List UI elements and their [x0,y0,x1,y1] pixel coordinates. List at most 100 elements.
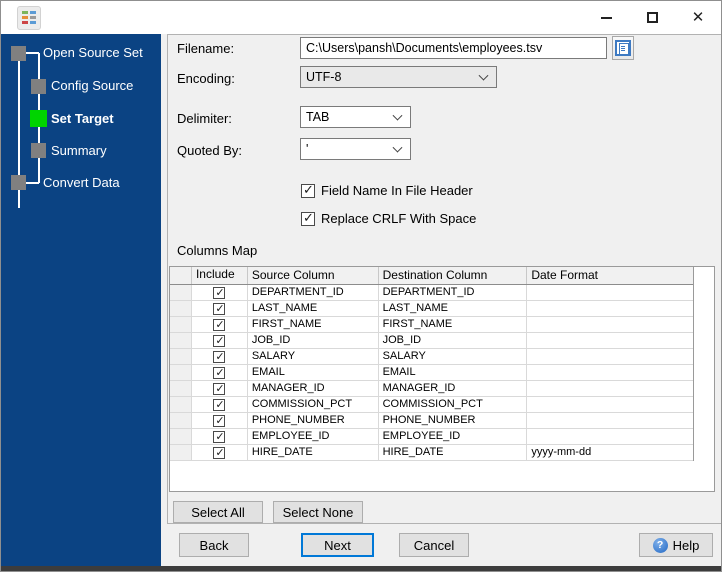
include-checkbox[interactable] [213,318,226,331]
include-cell[interactable] [191,349,248,365]
titlebar: ✕ [1,1,721,34]
destination-column-cell[interactable]: EMAIL [378,365,528,381]
destination-column-cell[interactable]: DEPARTMENT_ID [378,285,528,301]
delimiter-select[interactable]: TAB [300,106,411,128]
include-cell[interactable] [191,397,248,413]
row-selector-cell[interactable] [170,301,192,317]
step-marker-convert-data[interactable] [11,175,26,190]
close-button[interactable]: ✕ [675,1,721,34]
date-format-cell[interactable] [527,301,693,317]
destination-column-cell[interactable]: EMPLOYEE_ID [378,429,528,445]
include-checkbox[interactable] [213,350,226,363]
include-checkbox[interactable] [213,382,226,395]
quoted-by-select[interactable]: ' [300,138,411,160]
table-row: PHONE_NUMBER PHONE_NUMBER [170,413,693,429]
source-column-cell[interactable]: FIRST_NAME [247,317,379,333]
minimize-button[interactable] [583,1,629,34]
sidebar-item-summary[interactable]: Summary [51,143,107,158]
destination-column-cell[interactable]: LAST_NAME [378,301,528,317]
help-button[interactable]: ? Help [639,533,713,557]
include-header: Include [192,267,248,284]
row-selector-cell[interactable] [170,365,192,381]
maximize-button[interactable] [629,1,675,34]
include-cell[interactable] [191,333,248,349]
include-cell[interactable] [191,445,248,461]
include-checkbox[interactable] [213,414,226,427]
row-selector-cell[interactable] [170,429,192,445]
back-button[interactable]: Back [179,533,249,557]
replace-crlf-checkbox[interactable] [301,210,315,226]
destination-column-cell[interactable]: COMMISSION_PCT [378,397,528,413]
source-column-cell[interactable]: DEPARTMENT_ID [247,285,379,301]
step-connector-line [26,52,39,54]
cancel-button[interactable]: Cancel [399,533,469,557]
date-format-cell[interactable] [527,429,693,445]
source-column-cell[interactable]: SALARY [247,349,379,365]
source-column-cell[interactable]: EMAIL [247,365,379,381]
include-cell[interactable] [191,413,248,429]
row-selector-cell[interactable] [170,349,192,365]
include-cell[interactable] [191,429,248,445]
destination-column-cell[interactable]: FIRST_NAME [378,317,528,333]
row-selector-cell[interactable] [170,285,192,301]
include-checkbox[interactable] [213,286,226,299]
include-cell[interactable] [191,381,248,397]
row-selector-cell[interactable] [170,317,192,333]
row-selector-cell[interactable] [170,333,192,349]
date-format-cell[interactable] [527,381,693,397]
row-selector-cell[interactable] [170,413,192,429]
date-format-cell[interactable] [527,333,693,349]
replace-crlf-label: Replace CRLF With Space [321,211,477,226]
browse-button[interactable] [612,36,634,60]
destination-column-cell[interactable]: SALARY [378,349,528,365]
date-format-cell[interactable] [527,365,693,381]
sidebar-item-convert-data[interactable]: Convert Data [43,175,120,190]
date-format-cell[interactable]: yyyy-mm-dd [527,445,693,461]
include-cell[interactable] [191,365,248,381]
date-format-cell[interactable] [527,349,693,365]
include-cell[interactable] [191,301,248,317]
step-marker-set-target[interactable] [30,110,47,127]
field-name-header-checkbox[interactable] [301,182,315,198]
row-selector-cell[interactable] [170,381,192,397]
source-column-cell[interactable]: MANAGER_ID [247,381,379,397]
date-format-cell[interactable] [527,397,693,413]
encoding-select[interactable]: UTF-8 [300,66,497,88]
include-checkbox[interactable] [213,398,226,411]
row-selector-cell[interactable] [170,445,192,461]
include-checkbox[interactable] [213,430,226,443]
window-controls: ✕ [583,1,721,34]
next-button[interactable]: Next [301,533,374,557]
destination-column-cell[interactable]: HIRE_DATE [378,445,528,461]
step-marker-open-source-set[interactable] [11,46,26,61]
date-format-cell[interactable] [527,317,693,333]
date-format-cell[interactable] [527,413,693,429]
include-cell[interactable] [191,285,248,301]
select-none-button[interactable]: Select None [273,501,363,523]
source-column-cell[interactable]: HIRE_DATE [247,445,379,461]
sidebar-item-set-target[interactable]: Set Target [51,111,114,126]
destination-column-cell[interactable]: JOB_ID [378,333,528,349]
select-all-button[interactable]: Select All [173,501,263,523]
destination-column-cell[interactable]: MANAGER_ID [378,381,528,397]
date-format-cell[interactable] [527,285,693,301]
include-checkbox[interactable] [213,302,226,315]
source-column-cell[interactable]: PHONE_NUMBER [247,413,379,429]
include-checkbox[interactable] [213,446,226,459]
sidebar-item-open-source-set[interactable]: Open Source Set [43,45,143,60]
step-marker-summary[interactable] [31,143,46,158]
include-checkbox[interactable] [213,366,226,379]
source-column-cell[interactable]: LAST_NAME [247,301,379,317]
include-cell[interactable] [191,317,248,333]
destination-column-cell[interactable]: PHONE_NUMBER [378,413,528,429]
step-marker-config-source[interactable] [31,79,46,94]
source-column-cell[interactable]: COMMISSION_PCT [247,397,379,413]
columns-map-table: Include Source Column Destination Column… [169,266,715,492]
include-checkbox[interactable] [213,334,226,347]
wizard-steps-sidebar: Open Source Set Config Source Set Target… [1,34,161,566]
filename-input[interactable]: C:\Users\pansh\Documents\employees.tsv [300,37,607,59]
row-selector-cell[interactable] [170,397,192,413]
source-column-cell[interactable]: EMPLOYEE_ID [247,429,379,445]
source-column-cell[interactable]: JOB_ID [247,333,379,349]
sidebar-item-config-source[interactable]: Config Source [51,78,133,93]
